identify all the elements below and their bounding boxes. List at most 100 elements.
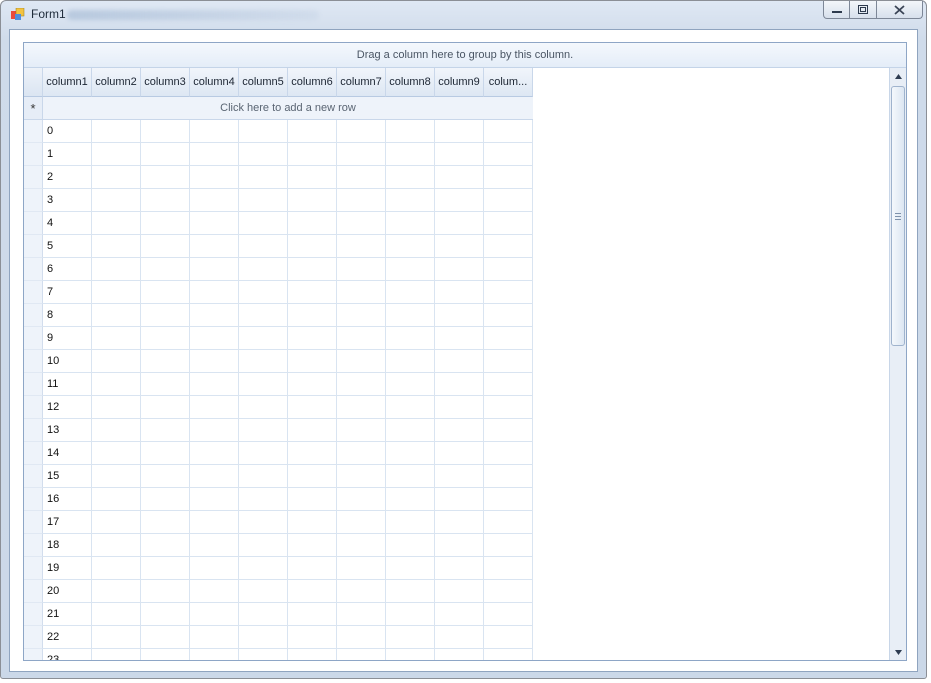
grid-cell[interactable] [337, 120, 386, 143]
grid-cell[interactable] [239, 120, 288, 143]
grid-cell[interactable] [92, 327, 141, 350]
scroll-down-button[interactable] [890, 644, 906, 660]
grid-cell[interactable] [288, 557, 337, 580]
grid-cell[interactable] [337, 419, 386, 442]
grid-cell[interactable] [484, 258, 533, 281]
grid-cell[interactable] [141, 557, 190, 580]
grid-cell[interactable] [190, 350, 239, 373]
grid-cell[interactable] [484, 580, 533, 603]
grid-cell[interactable]: 11 [43, 373, 92, 396]
column-header-2[interactable]: column2 [92, 68, 141, 97]
grid-cell[interactable] [337, 488, 386, 511]
grid-cell[interactable] [337, 166, 386, 189]
grid-cell[interactable] [386, 327, 435, 350]
grid-cell[interactable] [92, 189, 141, 212]
grid-cell[interactable] [386, 189, 435, 212]
grid-cell[interactable] [484, 166, 533, 189]
grid-cell[interactable] [288, 511, 337, 534]
grid-cell[interactable] [337, 212, 386, 235]
table-row[interactable]: 10 [24, 350, 533, 373]
grid-cell[interactable] [190, 281, 239, 304]
grid-cell[interactable] [386, 120, 435, 143]
column-header-10[interactable]: colum... [484, 68, 533, 97]
grid-cell[interactable]: 2 [43, 166, 92, 189]
grid-cell[interactable] [337, 626, 386, 649]
table-row[interactable]: 4 [24, 212, 533, 235]
grid-cell[interactable] [435, 327, 484, 350]
new-row[interactable]: * Click here to add a new row [24, 97, 533, 120]
grid-cell[interactable] [435, 557, 484, 580]
grid-cell[interactable] [288, 488, 337, 511]
close-button[interactable] [877, 1, 923, 19]
grid-cell[interactable] [484, 373, 533, 396]
grid-cell[interactable]: 10 [43, 350, 92, 373]
grid-cell[interactable] [435, 281, 484, 304]
grid-cell[interactable] [435, 373, 484, 396]
grid-cell[interactable] [484, 465, 533, 488]
grid-cell[interactable] [239, 603, 288, 626]
row-indicator[interactable] [24, 143, 43, 166]
grid-cell[interactable] [386, 304, 435, 327]
grid-cell[interactable] [337, 465, 386, 488]
grid-cell[interactable] [288, 649, 337, 660]
grid-cell[interactable] [92, 442, 141, 465]
grid-cell[interactable] [435, 189, 484, 212]
grid-cell[interactable]: 20 [43, 580, 92, 603]
grid-cell[interactable] [288, 327, 337, 350]
grid-cell[interactable] [484, 419, 533, 442]
column-header-7[interactable]: column7 [337, 68, 386, 97]
grid-cell[interactable] [484, 511, 533, 534]
table-row[interactable]: 11 [24, 373, 533, 396]
grid-cell[interactable] [239, 442, 288, 465]
grid-cell[interactable] [484, 120, 533, 143]
grid-cell[interactable] [337, 603, 386, 626]
grid-cell[interactable] [386, 396, 435, 419]
grid-cell[interactable] [141, 327, 190, 350]
grid-cell[interactable] [239, 396, 288, 419]
grid-cell[interactable] [288, 465, 337, 488]
grid-cell[interactable] [239, 626, 288, 649]
grid-cell[interactable] [92, 350, 141, 373]
table-row[interactable]: 12 [24, 396, 533, 419]
grid-cell[interactable] [92, 626, 141, 649]
row-indicator[interactable] [24, 166, 43, 189]
column-header-1[interactable]: column1 [43, 68, 92, 97]
grid-cell[interactable]: 1 [43, 143, 92, 166]
table-row[interactable]: 16 [24, 488, 533, 511]
grid-cell[interactable] [435, 120, 484, 143]
grid-cell[interactable] [141, 465, 190, 488]
grid-cell[interactable] [141, 143, 190, 166]
grid-cell[interactable] [92, 258, 141, 281]
column-header-9[interactable]: column9 [435, 68, 484, 97]
grid-cell[interactable] [484, 189, 533, 212]
grid-cell[interactable] [484, 557, 533, 580]
grid-cell[interactable]: 22 [43, 626, 92, 649]
table-row[interactable]: 8 [24, 304, 533, 327]
grid-cell[interactable] [484, 350, 533, 373]
grid-cell[interactable] [484, 534, 533, 557]
grid-cell[interactable] [239, 327, 288, 350]
grid-cell[interactable] [288, 350, 337, 373]
grid-cell[interactable] [141, 258, 190, 281]
grid-cell[interactable] [288, 166, 337, 189]
grid-cell[interactable] [141, 649, 190, 660]
grid-cell[interactable] [190, 557, 239, 580]
grid-cell[interactable] [288, 603, 337, 626]
row-indicator[interactable] [24, 189, 43, 212]
grid-cell[interactable] [190, 419, 239, 442]
table-row[interactable]: 21 [24, 603, 533, 626]
row-indicator[interactable] [24, 327, 43, 350]
grid-cell[interactable] [239, 235, 288, 258]
table-row[interactable]: 20 [24, 580, 533, 603]
grid-cell[interactable] [190, 327, 239, 350]
grid-cell[interactable] [484, 396, 533, 419]
grid-cell[interactable] [141, 626, 190, 649]
grid-cell[interactable]: 18 [43, 534, 92, 557]
row-indicator[interactable] [24, 557, 43, 580]
grid-cell[interactable] [288, 373, 337, 396]
group-by-panel[interactable]: Drag a column here to group by this colu… [24, 43, 906, 68]
grid-cell[interactable] [92, 534, 141, 557]
grid-cell[interactable] [92, 373, 141, 396]
row-indicator[interactable] [24, 534, 43, 557]
column-header-8[interactable]: column8 [386, 68, 435, 97]
